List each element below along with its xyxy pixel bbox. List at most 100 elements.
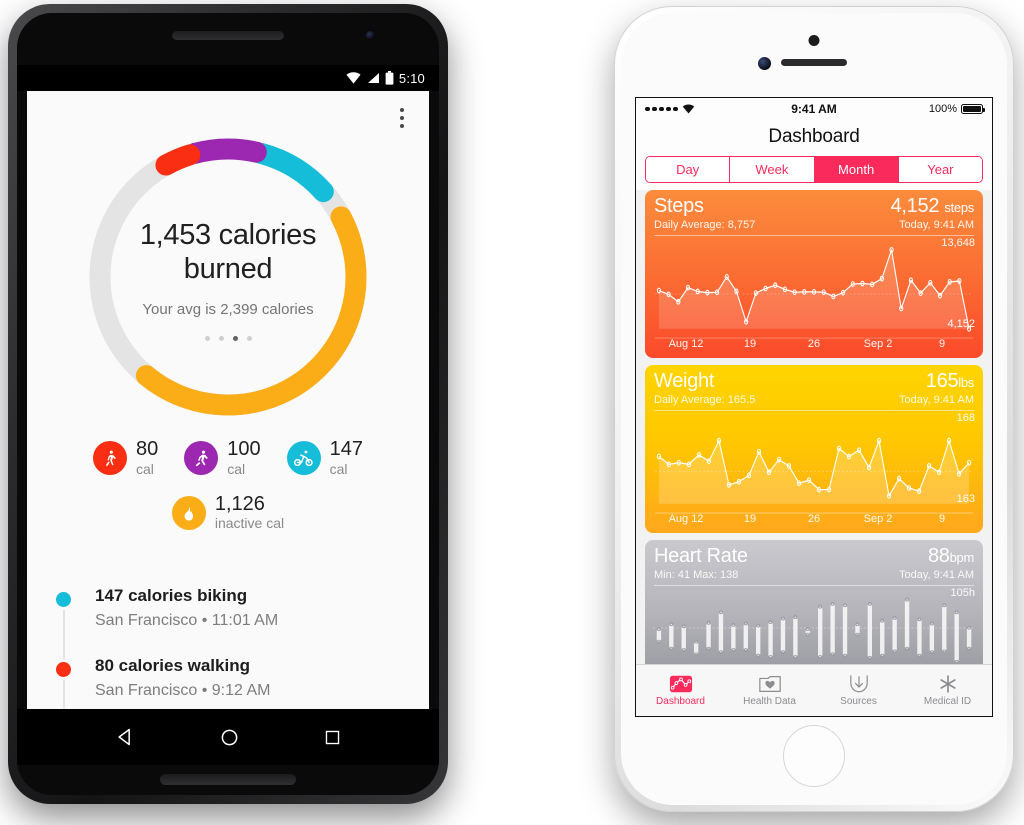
page-dot-active[interactable] (232, 335, 238, 341)
timeline-subtitle: San Francisco • 9:12 AM (95, 682, 271, 699)
segment-day[interactable]: Day (646, 157, 731, 182)
xtick: Sep 2 (863, 513, 893, 525)
signal-dot (666, 106, 671, 112)
card-heart-rate[interactable]: Heart Rate Min: 41 Max: 138 88bpm Today,… (645, 540, 983, 672)
iphone-body: 9:41 AM 100% Dashboard Day Week Month Ye… (621, 13, 1007, 805)
tab-health-data[interactable]: Health Data (725, 674, 814, 707)
card-steps-unit: steps (944, 200, 974, 215)
legend-value-walking: 80 (136, 438, 159, 460)
card-steps-title: Steps (654, 195, 704, 217)
legend-item-running[interactable]: 100 cal (184, 438, 261, 478)
calorie-ring-chart[interactable]: 1,453 calories burned Your avg is 2,399 … (80, 129, 376, 425)
card-heart-ymax: 105h (950, 587, 975, 599)
legend-text-inactive: 1,126 inactive cal (215, 493, 284, 533)
medical-asterisk-icon (939, 675, 956, 693)
xtick: 19 (743, 338, 757, 350)
legend-item-biking[interactable]: 147 cal (286, 438, 363, 478)
legend-item-walking[interactable]: 80 cal (93, 438, 159, 478)
overflow-dot (400, 124, 404, 128)
segment-year[interactable]: Year (898, 157, 982, 182)
iphone-device-frame: 9:41 AM 100% Dashboard Day Week Month Ye… (614, 6, 1014, 812)
card-heart-header-right: 88bpm Today, 9:41 AM (899, 546, 974, 582)
xtick: 19 (743, 513, 757, 525)
range-bar (768, 622, 773, 658)
tab-dashboard[interactable]: Dashboard (636, 674, 725, 707)
card-weight-xaxis: Aug 12 19 26 Sep 2 9 (654, 513, 974, 525)
weight-line-chart-svg (654, 437, 974, 514)
tab-medical-id[interactable]: Medical ID (903, 674, 992, 707)
card-weight-title: Weight (654, 370, 715, 392)
xtick: 26 (807, 338, 821, 350)
legend-text-walking: 80 cal (136, 438, 159, 478)
signal-dot (652, 106, 657, 112)
card-heart-header-left: Heart Rate Min: 41 Max: 138 (654, 546, 748, 582)
activity-legend: 80 cal 100 cal 147 cal 1,126 inactive ca… (27, 438, 429, 533)
tab-medical-id-label: Medical ID (923, 696, 972, 707)
page-dot[interactable] (246, 335, 252, 341)
ios-status-bar: 9:41 AM 100% (636, 98, 992, 120)
android-app-screen: 1,453 calories burned Your avg is 2,399 … (27, 91, 429, 709)
range-bar (842, 605, 848, 656)
battery-icon (961, 104, 986, 114)
signal-dot (659, 106, 664, 112)
battery-icon (385, 71, 394, 85)
tab-sources[interactable]: Sources (814, 674, 903, 707)
dashboard-chart-icon (669, 675, 692, 693)
card-steps-subtitle: Daily Average: 8,757 (654, 219, 756, 231)
calories-headline-line1: 1,453 calories (139, 219, 317, 252)
card-steps[interactable]: Steps Daily Average: 8,757 4,152 steps T… (645, 190, 983, 358)
card-steps-value-number: 4,152 (890, 195, 940, 217)
download-circle-icon (849, 675, 868, 693)
legend-item-inactive[interactable]: 1,126 inactive cal (171, 493, 284, 533)
range-bar (718, 612, 724, 653)
biking-icon (286, 441, 321, 476)
list-item[interactable]: 147 calories biking San Francisco • 11:0… (49, 586, 419, 630)
card-weight-timestamp: Today, 9:41 AM (898, 394, 974, 406)
calories-headline-line2: burned (183, 253, 273, 285)
android-navigation-bar (17, 709, 439, 765)
page-dot[interactable] (204, 335, 210, 341)
home-circle-icon[interactable] (220, 728, 239, 747)
card-weight-value-number: 165 (925, 370, 959, 392)
xtick: Sep 2 (863, 338, 893, 350)
page-indicator[interactable] (204, 335, 252, 341)
range-bar (904, 599, 910, 649)
signal-icon (367, 73, 379, 83)
range-bar (867, 603, 873, 658)
card-steps-header: Steps Daily Average: 8,757 4,152 steps T… (645, 190, 983, 232)
segment-week[interactable]: Week (730, 157, 815, 182)
segment-month[interactable]: Month (814, 157, 899, 182)
android-earpiece (172, 31, 284, 40)
signal-dot (645, 106, 650, 112)
steps-line-chart-svg (654, 247, 974, 339)
legend-unit-biking: cal (329, 460, 348, 477)
card-heart-value: 88bpm (899, 546, 974, 567)
range-bar (793, 617, 798, 658)
data-point (966, 459, 972, 466)
folder-heart-icon (758, 676, 781, 692)
page-dot[interactable] (218, 335, 224, 341)
battery-percent-label: 100% (928, 103, 958, 115)
wifi-icon (346, 72, 361, 84)
tab-dashboard-label: Dashboard (656, 696, 705, 707)
card-steps-ymin: 4,152 (947, 318, 975, 330)
home-button[interactable] (783, 725, 845, 787)
time-range-segmented-control[interactable]: Day Week Month Year (645, 156, 983, 183)
range-bar (954, 612, 959, 662)
card-heart-unit: bpm (949, 550, 975, 565)
card-weight[interactable]: Weight Daily Average: 165.5 165lbs Today… (645, 365, 983, 533)
recents-square-icon[interactable] (324, 729, 341, 746)
range-bar (929, 623, 935, 653)
android-front-camera (366, 31, 375, 40)
list-item[interactable]: 80 calories walking San Francisco • 9:12… (49, 656, 419, 700)
android-device-frame: 5:10 1,453 calories burned Your avg is 2… (8, 4, 448, 804)
card-steps-xaxis: Aug 12 19 26 Sep 2 9 (654, 338, 974, 350)
timeline-subtitle: San Francisco • 11:01 AM (95, 612, 279, 629)
tab-sources-label: Sources (840, 696, 877, 707)
ios-tab-bar: Dashboard Health Data Sources Medical ID (636, 664, 992, 716)
xtick: 9 (938, 338, 946, 350)
overflow-menu-icon[interactable] (389, 101, 415, 135)
back-triangle-icon[interactable] (115, 727, 135, 747)
legend-text-biking: 147 cal (329, 438, 363, 478)
heart-range-chart-svg (652, 597, 976, 664)
